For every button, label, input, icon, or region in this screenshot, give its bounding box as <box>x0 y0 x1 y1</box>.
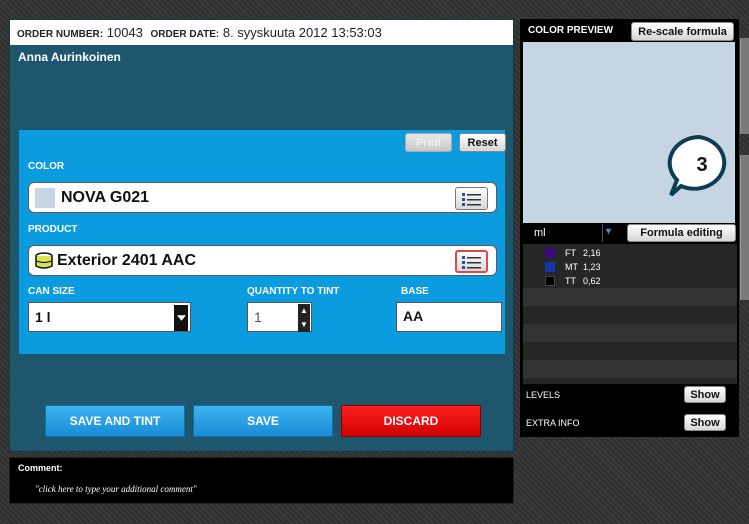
quantity-value: 1 <box>254 309 262 325</box>
product-label: PRODUCT <box>28 224 78 235</box>
color-preview-label: COLOR PREVIEW <box>528 25 614 36</box>
formula-row: MT 1,23 <box>523 260 737 274</box>
color-swatch <box>35 187 55 208</box>
side-tab-top[interactable] <box>740 38 749 134</box>
stepper-down-icon[interactable]: ▼ <box>298 318 310 332</box>
stepper-arrows[interactable]: ▲ ▼ <box>298 304 310 332</box>
comment-box[interactable]: Comment: "click here to type your additi… <box>9 457 514 504</box>
colorant-code: FT <box>565 248 576 258</box>
color-list-button[interactable] <box>455 187 488 210</box>
comment-input[interactable]: "click here to type your additional comm… <box>35 484 197 494</box>
quantity-label: QUANTITY TO TINT <box>247 286 340 297</box>
formula-row: TT 0,62 <box>523 274 737 288</box>
product-value: Exterior 2401 AAC <box>57 251 197 269</box>
right-panel: COLOR PREVIEW Re-scale formula ml ▼ Form… <box>520 19 739 437</box>
order-panel: ORDER NUMBER: 10043 ORDER DATE: 8. syysk… <box>9 19 514 452</box>
levels-show-button[interactable]: Show <box>684 386 726 403</box>
callout-number: 3 <box>696 154 707 176</box>
formula-list: FT 2,16 MT 1,23 TT 0,62 <box>523 244 737 384</box>
product-field[interactable]: Exterior 2401 AAC <box>28 245 497 276</box>
list-row-empty <box>523 360 737 378</box>
paint-can-icon <box>35 251 53 269</box>
order-form: Print Reset COLOR NOVA G021 PRODUCT Exte… <box>19 130 506 354</box>
unit-divider <box>602 224 603 242</box>
formula-row: FT 2,16 <box>523 246 737 260</box>
color-label: COLOR <box>28 161 65 172</box>
can-size-select[interactable]: 1 l <box>28 302 191 332</box>
order-date-label: ORDER DATE: <box>150 29 220 40</box>
comment-label: Comment: <box>18 463 63 473</box>
colorant-amount: 2,16 <box>583 248 601 258</box>
colorant-code: TT <box>565 276 576 286</box>
colorant-amount: 0,62 <box>583 276 601 286</box>
base-field: AA <box>396 302 502 332</box>
order-number-label: ORDER NUMBER: <box>17 29 104 40</box>
formula-editing-button[interactable]: Formula editing <box>627 224 736 242</box>
colorant-chip <box>545 248 555 258</box>
reset-button[interactable]: Reset <box>459 133 506 152</box>
color-field[interactable]: NOVA G021 <box>28 182 497 213</box>
extra-info-label: EXTRA INFO <box>526 418 580 428</box>
quantity-stepper[interactable]: 1 ▲ ▼ <box>247 302 312 332</box>
extra-info-show-button[interactable]: Show <box>684 414 726 431</box>
customer-name: Anna Aurinkoinen <box>18 50 121 64</box>
print-button[interactable]: Print <box>405 133 452 152</box>
colorant-chip <box>545 262 555 272</box>
unit-value: ml <box>534 227 546 239</box>
colorant-chip <box>545 276 555 286</box>
product-list-button[interactable] <box>455 250 488 273</box>
base-label: BASE <box>401 286 429 297</box>
chevron-down-icon[interactable]: ▼ <box>604 226 614 240</box>
save-button[interactable]: SAVE <box>193 405 333 437</box>
can-size-label: CAN SIZE <box>28 286 75 297</box>
list-icon <box>461 255 481 269</box>
discard-button[interactable]: DISCARD <box>341 405 481 437</box>
colorant-code: MT <box>565 262 578 272</box>
list-row-empty <box>523 324 737 342</box>
rescale-formula-button[interactable]: Re-scale formula <box>631 22 734 41</box>
color-value: NOVA G021 <box>61 188 150 206</box>
order-date-value: 8. syyskuuta 2012 13:53:03 <box>222 25 382 40</box>
order-number-value: 10043 <box>106 25 143 40</box>
base-value: AA <box>403 308 424 324</box>
side-tab-bottom[interactable] <box>740 155 749 300</box>
step-callout: 3 <box>667 134 727 197</box>
chevron-down-icon[interactable] <box>174 305 188 331</box>
list-row-empty <box>523 288 737 306</box>
list-icon <box>461 192 481 206</box>
colorant-amount: 1,23 <box>583 262 601 272</box>
can-size-value: 1 l <box>35 309 51 325</box>
levels-label: LEVELS <box>526 390 561 400</box>
order-header: ORDER NUMBER: 10043 ORDER DATE: 8. syysk… <box>10 20 513 45</box>
stepper-up-icon[interactable]: ▲ <box>298 304 310 318</box>
save-and-tint-button[interactable]: SAVE AND TINT <box>45 405 185 437</box>
